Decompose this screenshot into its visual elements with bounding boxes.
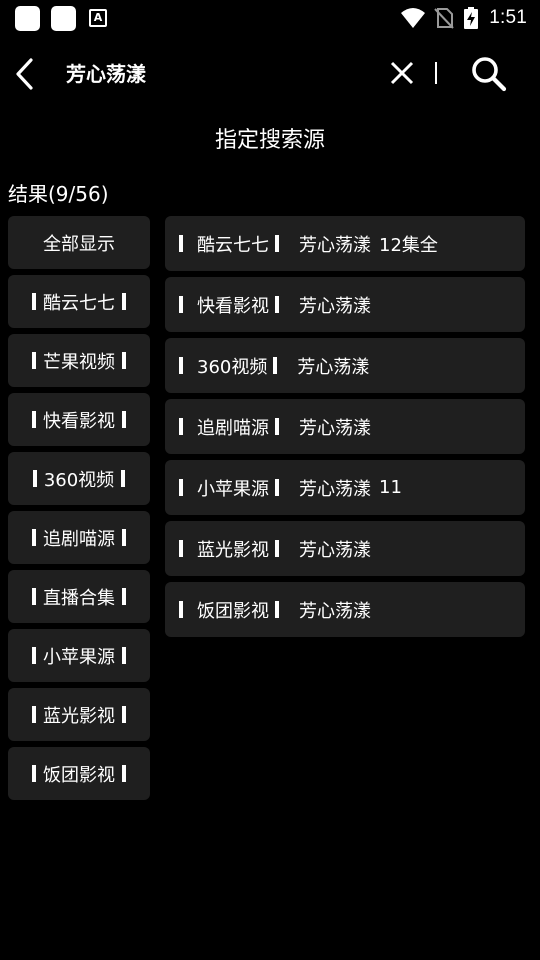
toolbar-divider	[435, 62, 437, 84]
result-title: 芳心荡漾	[299, 600, 371, 622]
status-bar: A 1:51	[0, 0, 540, 36]
source-filter-label: 饭团影视	[43, 764, 115, 786]
bar-marker	[32, 411, 36, 428]
source-filter-label: 快看影视	[43, 410, 115, 432]
bar-marker	[32, 765, 36, 782]
bar-marker	[32, 352, 36, 369]
result-episode-info: 12集全	[379, 234, 438, 256]
result-title: 芳心荡漾	[299, 539, 371, 561]
app-notification-icon	[15, 6, 40, 31]
bar-marker	[122, 706, 126, 723]
source-filter-item[interactable]: 快看影视	[8, 393, 150, 446]
result-title: 芳心荡漾	[299, 478, 371, 500]
result-title: 芳心荡漾	[297, 356, 370, 378]
result-source: 快看影视	[197, 295, 269, 317]
search-query-text[interactable]: 芳心荡漾	[66, 60, 146, 88]
bar-marker	[32, 470, 37, 487]
source-filter-label: 追剧喵源	[43, 528, 115, 550]
source-filter-label: 芒果视频	[43, 351, 115, 373]
bar-marker	[273, 357, 278, 374]
source-filter-item[interactable]: 芒果视频	[8, 334, 150, 387]
back-arrow-icon[interactable]	[12, 56, 40, 92]
search-icon[interactable]	[470, 55, 508, 93]
section-title: 指定搜索源	[214, 128, 325, 153]
a-text-icon: A	[89, 9, 107, 27]
status-indicators: 1:51	[400, 5, 527, 31]
source-filter-item[interactable]: 蓝光影视	[8, 688, 150, 741]
result-source: 蓝光影视	[197, 539, 269, 561]
bar-marker	[275, 540, 279, 557]
bar-marker	[122, 529, 126, 546]
result-item[interactable]: 饭团影视 芳心荡漾	[165, 582, 525, 637]
source-filter-label: 全部显示	[43, 233, 115, 255]
result-source: 酷云七七	[197, 234, 269, 256]
bar-marker	[179, 357, 183, 374]
result-title: 芳心荡漾	[299, 417, 371, 439]
bar-marker	[275, 601, 279, 618]
source-filter-item[interactable]: 直播合集	[8, 570, 150, 623]
result-title: 芳心荡漾	[299, 234, 371, 256]
bar-marker	[275, 418, 279, 435]
bar-marker	[32, 293, 36, 310]
result-item[interactable]: 360视频 芳心荡漾	[165, 338, 525, 393]
source-filter-label: 360视频	[43, 469, 115, 491]
bar-marker	[179, 479, 183, 496]
result-item[interactable]: 追剧喵源 芳心荡漾	[165, 399, 525, 454]
bar-marker	[32, 706, 36, 723]
result-source: 小苹果源	[197, 478, 269, 500]
bar-marker	[32, 647, 36, 664]
bar-marker	[275, 479, 279, 496]
bar-marker	[275, 296, 279, 313]
source-filter-item[interactable]: 酷云七七	[8, 275, 150, 328]
search-app-bar: 芳心荡漾	[0, 44, 540, 104]
wifi-icon	[401, 8, 426, 28]
result-source: 饭团影视	[197, 600, 269, 622]
clear-icon[interactable]	[388, 59, 416, 87]
bar-marker	[122, 352, 126, 369]
result-item[interactable]: 蓝光影视 芳心荡漾	[165, 521, 525, 576]
bar-marker	[32, 529, 36, 546]
bar-marker	[122, 411, 126, 428]
result-item[interactable]: 酷云七七 芳心荡漾 12集全	[165, 216, 525, 271]
bar-marker	[179, 418, 183, 435]
no-sim-icon	[434, 8, 454, 29]
bar-marker	[32, 588, 36, 605]
result-source: 追剧喵源	[197, 417, 269, 439]
result-episode-info: 11	[379, 477, 402, 498]
source-filter-item[interactable]: 饭团影视	[8, 747, 150, 800]
bar-marker	[122, 588, 126, 605]
source-filter-label: 小苹果源	[43, 646, 115, 668]
source-filter-all[interactable]: 全部显示	[8, 216, 150, 269]
result-item[interactable]: 快看影视 芳心荡漾	[165, 277, 525, 332]
app-notification-icon	[51, 6, 76, 31]
result-item[interactable]: 小苹果源 芳心荡漾 11	[165, 460, 525, 515]
source-filter-item[interactable]: 360视频	[8, 452, 150, 505]
source-filter-item[interactable]: 小苹果源	[8, 629, 150, 682]
bar-marker	[275, 235, 279, 252]
bar-marker	[179, 540, 183, 557]
result-source: 360视频	[197, 356, 268, 378]
bar-marker	[179, 296, 183, 313]
bar-marker	[179, 601, 183, 618]
source-filter-label: 酷云七七	[43, 292, 115, 314]
bar-marker	[179, 235, 183, 252]
bar-marker	[122, 647, 126, 664]
bar-marker	[121, 470, 126, 487]
source-filter-label: 直播合集	[43, 587, 115, 609]
source-filter-label: 蓝光影视	[43, 705, 115, 727]
source-filter-item[interactable]: 追剧喵源	[8, 511, 150, 564]
bar-marker	[122, 293, 126, 310]
result-count: 结果(9/56)	[8, 182, 109, 206]
bar-marker	[122, 765, 126, 782]
result-title: 芳心荡漾	[299, 295, 371, 317]
status-time: 1:51	[489, 7, 527, 28]
battery-charging-icon	[464, 7, 479, 29]
